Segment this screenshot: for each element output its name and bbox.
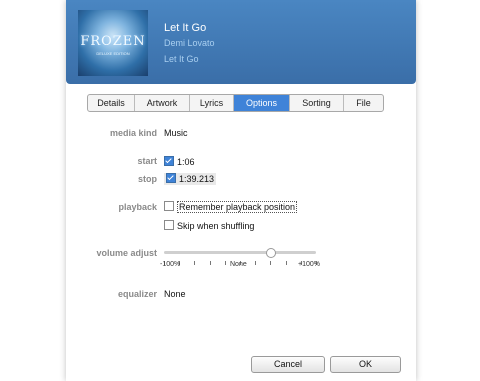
start-label: start <box>137 156 157 166</box>
volume-tick <box>255 261 257 265</box>
stop-label: stop <box>138 174 157 184</box>
volume-min-label: -100% <box>160 261 181 268</box>
tab-details[interactable]: Details <box>88 95 135 111</box>
equalizer-label: equalizer <box>117 289 157 299</box>
start-row: 1:06 <box>164 156 195 167</box>
tab-artwork[interactable]: Artwork <box>135 95 190 111</box>
tab-bar: Details Artwork Lyrics Options Sorting F… <box>87 94 384 112</box>
artwork-edition: DELUXE EDITION <box>96 51 130 56</box>
remember-position-checkbox[interactable] <box>164 201 174 211</box>
volume-tick <box>224 261 226 265</box>
media-kind-label: media kind <box>109 128 157 138</box>
volume-slider-knob[interactable] <box>266 248 277 258</box>
tab-sorting[interactable]: Sorting <box>290 95 344 111</box>
skip-shuffling-checkbox[interactable] <box>164 220 174 230</box>
stop-checkbox[interactable] <box>166 173 176 183</box>
equalizer-select[interactable]: None <box>164 289 186 299</box>
song-info-dialog: FROZEN DELUXE EDITION Let It Go Demi Lov… <box>66 0 416 381</box>
stop-time-field[interactable]: 1:39.213 <box>179 174 214 184</box>
volume-tick <box>270 261 272 265</box>
volume-max-label: +100% <box>298 261 320 268</box>
playback-label: playback <box>118 202 157 212</box>
artwork-title: FROZEN <box>80 34 146 49</box>
track-header: FROZEN DELUXE EDITION Let It Go Demi Lov… <box>66 0 416 84</box>
volume-tick <box>285 261 287 265</box>
volume-tick <box>194 261 196 265</box>
track-title: Let It Go <box>164 22 207 34</box>
volume-adjust-label: volume adjust <box>96 248 157 258</box>
remember-position-row: Remember playback position <box>164 201 298 213</box>
track-album: Let It Go <box>164 54 199 64</box>
remember-position-label[interactable]: Remember playback position <box>177 201 298 213</box>
media-kind-select[interactable]: Music <box>164 128 188 138</box>
stop-row: 1:39.213 <box>164 173 217 185</box>
track-artist: Demi Lovato <box>164 38 215 48</box>
album-artwork: FROZEN DELUXE EDITION <box>78 10 148 76</box>
start-checkbox[interactable] <box>164 156 174 166</box>
volume-tick <box>209 261 211 265</box>
stop-highlight: 1:39.213 <box>164 173 217 185</box>
tab-lyrics[interactable]: Lyrics <box>190 95 234 111</box>
skip-shuffling-row: Skip when shuffling <box>164 220 254 231</box>
tab-file[interactable]: File <box>344 95 383 111</box>
volume-mid-label: None <box>230 261 247 268</box>
cancel-button[interactable]: Cancel <box>251 356 325 373</box>
volume-slider[interactable] <box>164 248 316 258</box>
start-time-field[interactable]: 1:06 <box>177 157 195 167</box>
tab-options[interactable]: Options <box>234 95 290 111</box>
skip-shuffling-label[interactable]: Skip when shuffling <box>177 221 254 231</box>
ok-button[interactable]: OK <box>330 356 401 373</box>
